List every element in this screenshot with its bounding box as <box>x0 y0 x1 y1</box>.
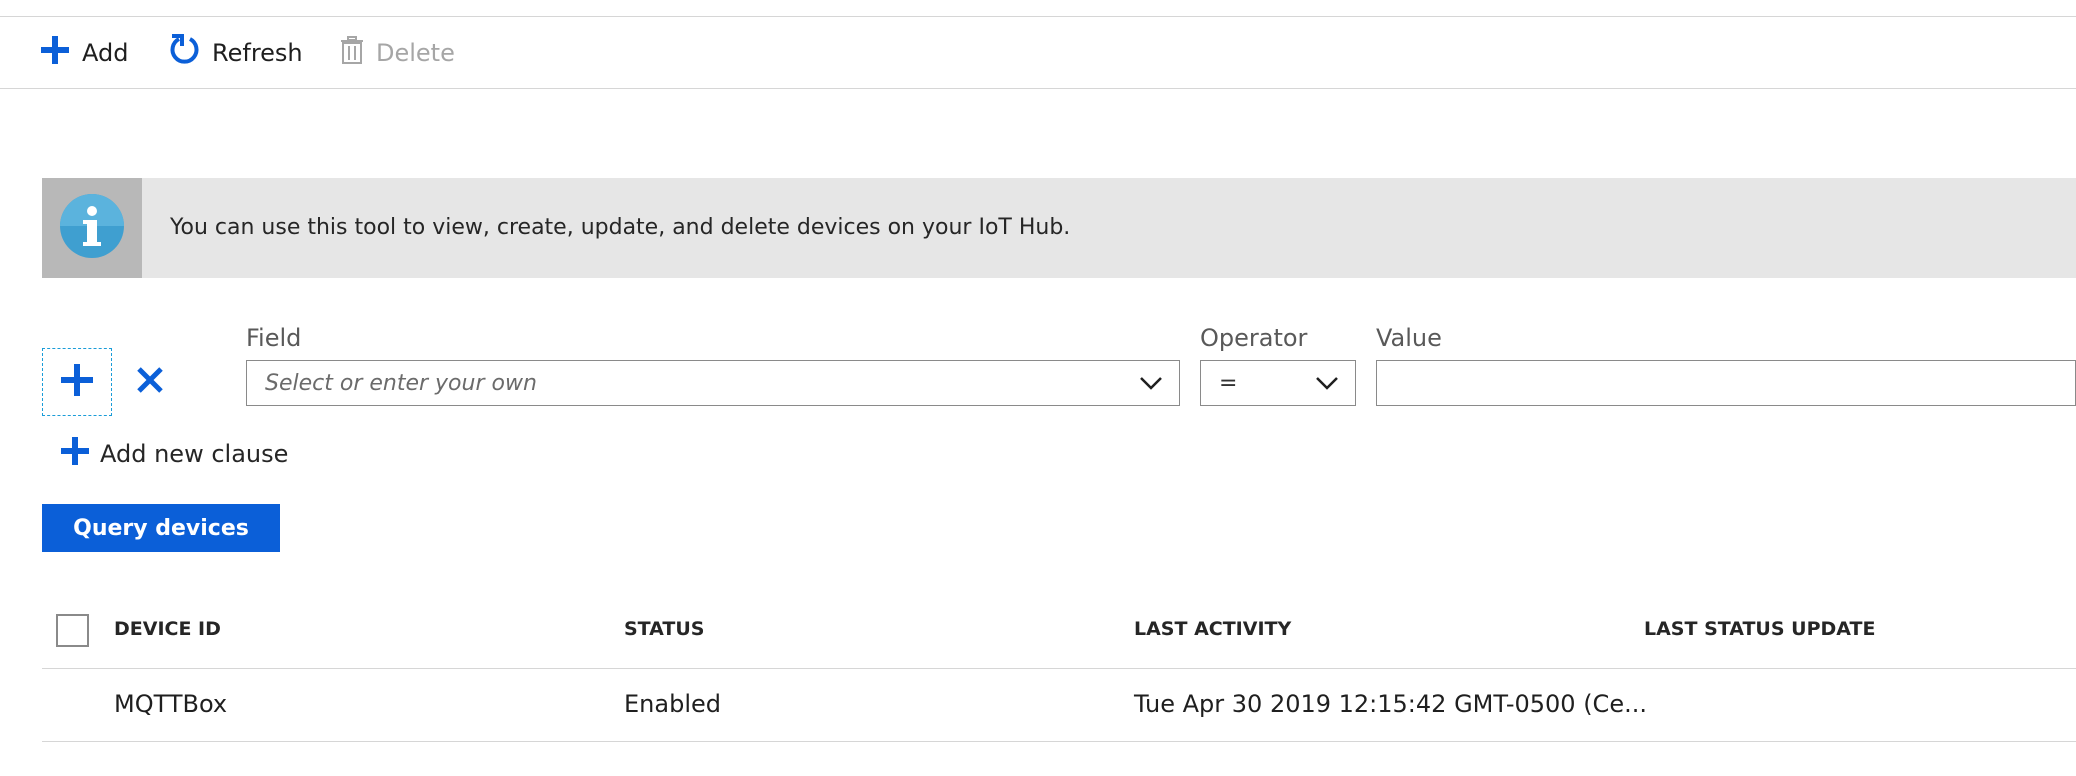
info-icon <box>59 193 125 263</box>
refresh-icon <box>168 33 200 73</box>
delete-button[interactable]: Delete <box>340 35 455 71</box>
device-id-cell[interactable]: MQTTBox <box>114 690 227 718</box>
operator-select[interactable]: = <box>1200 360 1356 406</box>
last-activity-cell: Tue Apr 30 2019 12:15:42 GMT-0500 (Ce... <box>1134 690 1647 718</box>
query-devices-button[interactable]: Query devices <box>42 504 280 552</box>
add-button-label: Add <box>82 39 129 67</box>
info-icon-box <box>42 178 142 278</box>
remove-clause-button[interactable] <box>130 362 170 402</box>
operator-label: Operator <box>1200 324 1308 352</box>
field-select[interactable]: Select or enter your own <box>246 360 1180 406</box>
toolbar: Add Refresh Delete <box>0 17 2076 89</box>
info-message: You can use this tool to view, create, u… <box>170 215 1071 240</box>
status-cell: Enabled <box>624 690 721 718</box>
add-new-clause-button[interactable]: Add new clause <box>60 436 288 472</box>
delete-button-label: Delete <box>376 39 455 67</box>
column-header-device-id[interactable]: DEVICE ID <box>114 618 221 640</box>
chevron-down-icon <box>1315 376 1339 390</box>
add-button[interactable]: Add <box>40 35 128 71</box>
column-header-last-activity[interactable]: LAST ACTIVITY <box>1134 618 1291 640</box>
add-new-clause-label: Add new clause <box>100 440 289 468</box>
field-label: Field <box>246 324 302 352</box>
refresh-button-label: Refresh <box>212 39 303 67</box>
info-banner: You can use this tool to view, create, u… <box>42 178 2076 278</box>
close-icon <box>135 365 165 399</box>
plus-icon <box>60 436 90 472</box>
chevron-down-icon <box>1139 376 1163 390</box>
device-explorer-page: Add Refresh Delete You can use this tool… <box>0 0 2076 776</box>
column-header-status[interactable]: STATUS <box>624 618 704 640</box>
plus-icon <box>60 363 94 401</box>
plus-icon <box>40 35 70 71</box>
table-header-divider <box>42 668 2076 669</box>
select-all-checkbox[interactable] <box>56 614 89 647</box>
add-clause-icon-button[interactable] <box>42 348 112 416</box>
refresh-button[interactable]: Refresh <box>168 33 303 73</box>
field-select-placeholder: Select or enter your own <box>265 370 537 396</box>
operator-select-value: = <box>1219 370 1238 396</box>
column-header-last-status-update[interactable]: LAST STATUS UPDATE <box>1644 618 1875 640</box>
trash-icon <box>340 36 364 70</box>
table-row-divider <box>42 741 2076 742</box>
value-label: Value <box>1376 324 1442 352</box>
value-input[interactable] <box>1376 360 2076 406</box>
